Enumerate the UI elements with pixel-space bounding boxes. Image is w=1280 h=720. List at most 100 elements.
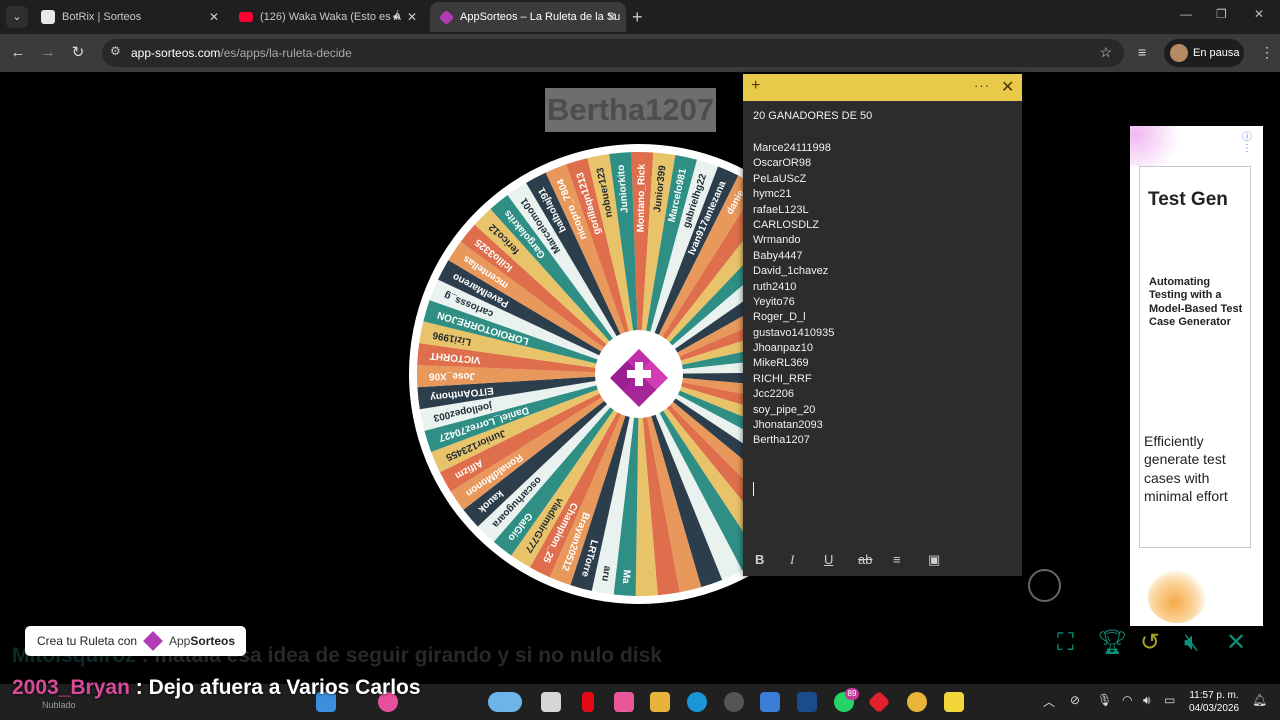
weather-label: Nublado — [42, 700, 76, 710]
disney-icon[interactable] — [797, 692, 817, 712]
bold-button[interactable]: B — [755, 552, 764, 567]
tab-close-icon[interactable]: ✕ — [604, 2, 620, 32]
text-caret — [753, 482, 754, 496]
bookmark-star-icon[interactable]: ☆ — [1099, 44, 1112, 61]
tab-close-icon[interactable]: ✕ — [404, 2, 420, 32]
winner-list-item[interactable]: hymc21 — [753, 187, 834, 202]
tab-search-button[interactable]: ⌄ — [6, 6, 28, 28]
ad-card[interactable]: Test Gen Automating Testing with a Model… — [1139, 166, 1251, 548]
badge-brand: AppSorteos — [169, 634, 236, 648]
ad-decoration — [1148, 571, 1206, 623]
winner-list[interactable]: Marce24111998 OscarOR98 PeLaUScZ hymc21 rafa… — [753, 141, 834, 449]
close-window-icon[interactable]: ✕ — [1254, 7, 1264, 21]
tab-botrix[interactable]: BotRix | Sorteos ✕ — [32, 2, 228, 32]
appsorteos-favicon-icon — [438, 9, 455, 26]
winner-list-item[interactable]: soy_pipe_20 — [753, 403, 834, 418]
store-icon[interactable] — [760, 692, 780, 712]
new-note-icon[interactable]: + — [751, 77, 760, 95]
create-roulette-badge[interactable]: Crea tu Ruleta con AppSorteos — [25, 626, 246, 656]
sticky-note-titlebar[interactable]: + ··· ✕ — [743, 74, 1022, 101]
battery-icon[interactable]: ▭ — [1164, 693, 1175, 707]
menu-dots-icon[interactable]: ⋮ — [1260, 44, 1274, 61]
ad-heading: Test Gen — [1148, 189, 1228, 210]
winner-list-item[interactable]: Baby4447 — [753, 249, 834, 264]
media-control-icon[interactable]: ≡ — [1138, 44, 1146, 60]
winner-list-item[interactable]: Jhoanpaz10 — [753, 341, 834, 356]
site-info-icon[interactable]: ⚙ — [110, 44, 121, 58]
volume-icon[interactable]: 🔊︎ — [1143, 693, 1151, 708]
avatar — [1170, 44, 1188, 62]
wifi-icon[interactable]: ◠ — [1122, 693, 1132, 707]
note-heading: 20 GANADORES DE 50 — [753, 110, 873, 122]
weather-cloud-icon[interactable] — [488, 692, 522, 712]
taskbar-clock[interactable]: 11:57 p. m. 04/03/2026 — [1184, 689, 1244, 715]
clock-date: 04/03/2026 — [1188, 703, 1240, 714]
ad-banner[interactable]: ⓘ ⋮ Test Gen Automating Testing with a M… — [1130, 126, 1263, 626]
ad-info-icon[interactable]: ⓘ ⋮ — [1242, 128, 1263, 154]
speaker-icon[interactable]: 🔊︎ — [393, 2, 400, 32]
winner-list-item[interactable]: Jcc2206 — [753, 387, 834, 402]
wheel-slice-label: Jose_X06 — [429, 370, 476, 381]
profile-button[interactable]: En pausa — [1164, 39, 1244, 67]
tab-youtube[interactable]: (126) Waka Waka (Esto es Á 🔊︎ ✕ — [230, 2, 426, 32]
winner-list-item[interactable]: MikeRL369 — [753, 356, 834, 371]
reset-icon[interactable]: ↺ — [1140, 628, 1160, 658]
winner-list-item[interactable]: ruth2410 — [753, 280, 834, 295]
winner-list-item[interactable]: Jhonatan2093 — [753, 418, 834, 433]
copilot-app-icon[interactable] — [614, 692, 634, 712]
tab-close-icon[interactable]: ✕ — [206, 2, 222, 32]
network-off-icon[interactable]: ⊘ — [1070, 693, 1080, 707]
forward-icon[interactable]: → — [38, 43, 58, 63]
mute-icon[interactable]: 🔇︎ — [1184, 628, 1199, 658]
back-icon[interactable]: ← — [8, 43, 28, 63]
more-options-icon[interactable]: ··· — [974, 78, 990, 93]
trophy-icon[interactable]: 🏆︎ — [1097, 628, 1127, 658]
profile-label: En pausa — [1193, 47, 1240, 59]
winner-list-item[interactable]: OscarOR98 — [753, 156, 834, 171]
netflix-icon[interactable] — [582, 692, 594, 712]
winner-list-item[interactable]: PeLaUScZ — [753, 172, 834, 187]
winner-list-item[interactable]: RICHI_RRF — [753, 372, 834, 387]
new-tab-icon[interactable]: + — [632, 7, 643, 27]
tab-title: (126) Waka Waka (Esto es Á — [260, 11, 402, 23]
tab-title: BotRix | Sorteos — [62, 11, 142, 23]
reload-icon[interactable]: ↻ — [68, 43, 88, 63]
edge-icon[interactable] — [687, 692, 707, 712]
sticky-notes-icon[interactable] — [944, 692, 964, 712]
minimize-icon[interactable]: — — [1180, 7, 1192, 21]
winner-list-item[interactable]: rafaeL123L — [753, 203, 834, 218]
image-button[interactable]: ▣ — [928, 552, 940, 568]
winner-list-item[interactable]: Yeyito76 — [753, 295, 834, 310]
winner-list-item[interactable]: Roger_D_l — [753, 310, 834, 325]
whatsapp-badge: 89 — [845, 688, 859, 700]
anydesk-icon[interactable] — [867, 690, 891, 714]
task-view-icon[interactable] — [541, 692, 561, 712]
tab-appsorteos[interactable]: AppSorteos – La Ruleta de la Su ✕ — [430, 2, 626, 32]
youtube-favicon-icon — [239, 12, 253, 22]
underline-button[interactable]: U — [824, 552, 833, 567]
close-note-icon[interactable]: ✕ — [1001, 77, 1014, 97]
winner-list-item[interactable]: David_1chavez — [753, 264, 834, 279]
address-bar[interactable]: ⚙ app-sorteos.com/es/apps/la-ruleta-deci… — [102, 39, 1124, 67]
close-roulette-icon[interactable]: ✕ — [1226, 628, 1246, 658]
winner-list-item[interactable]: Bertha1207 — [753, 433, 834, 448]
winner-list-item[interactable]: CARLOSDLZ — [753, 218, 834, 233]
italic-button[interactable]: I — [790, 552, 794, 568]
chat-overlay-current: 2003_Bryan : Dejo afuera a Varios Carlos — [12, 676, 421, 699]
maximize-icon[interactable]: ❐ — [1216, 7, 1227, 21]
wheel-slice-label: Ma — [620, 569, 632, 584]
ad-description: Efficiently generate test cases with min… — [1144, 433, 1228, 504]
list-button[interactable]: ≡ — [893, 552, 901, 567]
strikethrough-button[interactable]: ab — [858, 552, 872, 567]
winner-list-item[interactable]: gustavo1410935 — [753, 326, 834, 341]
winner-list-item[interactable]: Marce24111998 — [753, 141, 834, 156]
chrome-icon[interactable] — [907, 692, 927, 712]
file-explorer-icon[interactable] — [650, 692, 670, 712]
fullscreen-icon[interactable]: ⛶ — [1057, 628, 1074, 658]
tray-chevron-icon[interactable]: ︿ — [1043, 693, 1055, 710]
sticky-note-window[interactable]: + ··· ✕ 20 GANADORES DE 50 Marce24111998… — [743, 74, 1022, 576]
notification-bell-icon[interactable]: 🔔︎ — [1252, 693, 1267, 707]
winner-list-item[interactable]: Wrmando — [753, 233, 834, 248]
microphone-icon[interactable]: 🎙︎ — [1097, 693, 1112, 707]
gallery-icon[interactable] — [724, 692, 744, 712]
